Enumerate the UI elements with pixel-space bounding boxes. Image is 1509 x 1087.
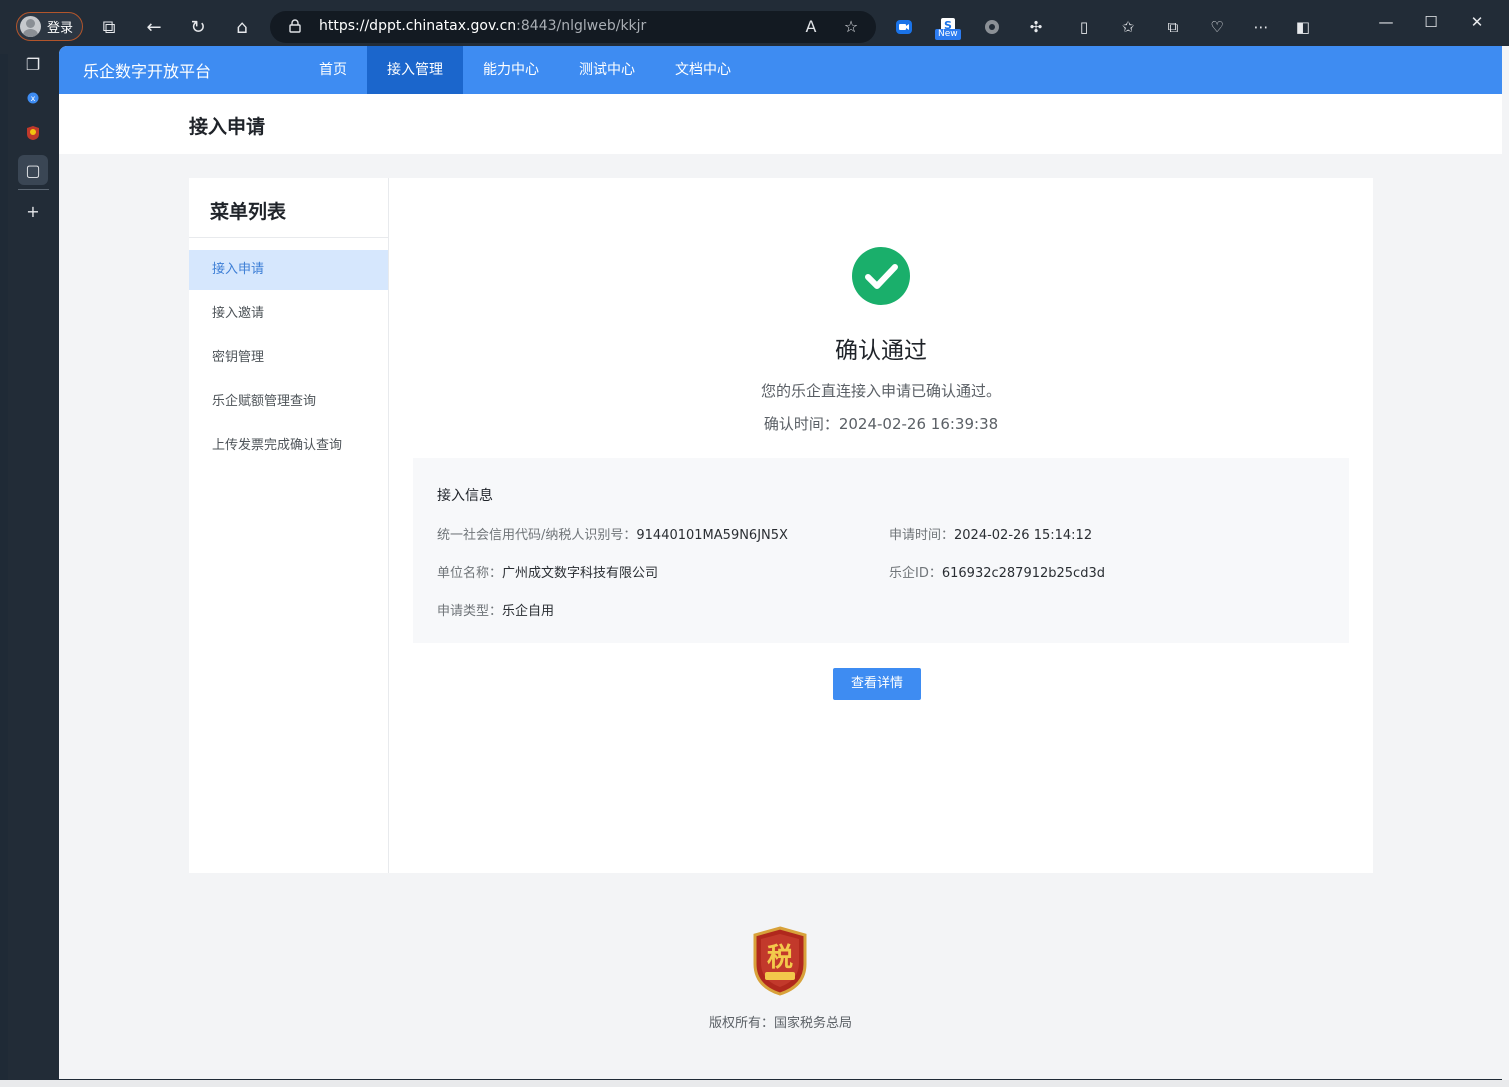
copyright-text: 版权所有：国家税务总局 — [708, 1016, 852, 1031]
apply-type-label: 申请类型： — [437, 604, 503, 619]
side-menu: 菜单列表 接入申请 接入邀请 密钥管理 乐企赋额管理查询 上传发票完成确认查询 — [189, 178, 389, 873]
page-title: 接入申请 — [189, 116, 266, 138]
credit-code-label: 统一社会信用代码/纳税人识别号： — [437, 528, 637, 543]
credit-code-value: 91440101MA59N6JN5X — [636, 528, 788, 543]
maximize-icon[interactable]: ☐ — [1411, 10, 1451, 34]
page-header: 接入申请 — [59, 94, 1502, 154]
apply-time-value: 2024-02-26 15:14:12 — [954, 528, 1093, 543]
profile-button[interactable]: 登录 — [16, 12, 83, 41]
window-right-edge — [1502, 46, 1509, 1087]
tab-favicon-emblem[interactable] — [18, 118, 48, 148]
menu-divider — [189, 237, 388, 238]
lock-icon[interactable] — [289, 19, 301, 33]
menu-title: 菜单列表 — [210, 201, 287, 223]
result-confirm-time: 确认时间：2024-02-26 16:39:38 — [763, 415, 999, 433]
avatar-icon — [20, 16, 41, 37]
menu-item-quota-query[interactable]: 乐企赋额管理查询 — [189, 382, 388, 422]
close-window-icon[interactable]: ✕ — [1457, 10, 1497, 34]
apply-type-value: 乐企自用 — [502, 604, 555, 619]
top-navbar: 乐企数字开放平台 首页 接入管理 能力中心 测试中心 文档中心 — [59, 46, 1502, 94]
tax-bureau-emblem-icon: 税 — [753, 926, 807, 996]
access-info-box: 接入信息 统一社会信用代码/纳税人识别号：91440101MA59N6JN5X … — [413, 458, 1349, 643]
unit-name-label: 单位名称： — [437, 566, 503, 581]
result-content: 确认通过 您的乐企直连接入申请已确认通过。 确认时间：2024-02-26 16… — [389, 178, 1373, 873]
leqi-id-field: 乐企ID：616932c287912b25cd3d — [889, 562, 1105, 581]
tab-strip-divider — [18, 189, 49, 190]
tab-actions-icon[interactable]: ❐ — [18, 49, 48, 79]
address-bar[interactable]: https://dppt.chinatax.gov.cn:8443/nlglwe… — [270, 11, 876, 43]
nav-item-access-management[interactable]: 接入管理 — [367, 46, 463, 94]
tab-favicon-blue[interactable]: x — [18, 83, 48, 113]
window-bottom-edge — [0, 1080, 1509, 1087]
profile-label: 登录 — [47, 21, 74, 36]
minimize-icon[interactable]: — — [1366, 10, 1406, 34]
main-panel: 菜单列表 接入申请 接入邀请 密钥管理 乐企赋额管理查询 上传发票完成确认查询 … — [189, 178, 1373, 873]
view-details-button[interactable]: 查看详情 — [833, 668, 921, 700]
more-menu-icon[interactable]: ⋯ — [1248, 14, 1274, 40]
menu-item-key-management[interactable]: 密钥管理 — [189, 338, 388, 378]
browser-essentials-icon[interactable]: ♡ — [1204, 14, 1230, 40]
menu-item-access-apply[interactable]: 接入申请 — [189, 250, 388, 290]
url-text[interactable]: https://dppt.chinatax.gov.cn:8443/nlglwe… — [319, 18, 646, 34]
info-heading: 接入信息 — [437, 488, 493, 504]
tab-favicon-page[interactable]: ▢ — [18, 155, 48, 185]
nav-item-home[interactable]: 首页 — [303, 46, 363, 94]
menu-item-invoice-confirm-query[interactable]: 上传发票完成确认查询 — [189, 426, 388, 466]
vertical-tab-strip: ❐ x ▢ + — [8, 46, 59, 1080]
leqi-id-label: 乐企ID： — [889, 566, 942, 581]
menu-item-access-invite[interactable]: 接入邀请 — [189, 294, 388, 334]
unit-name-value: 广州成文数字科技有限公司 — [502, 566, 659, 581]
result-description: 您的乐企直连接入申请已确认通过。 — [760, 382, 1001, 400]
back-icon[interactable]: ← — [140, 13, 168, 41]
apply-type-field: 申请类型：乐企自用 — [437, 600, 554, 619]
home-icon[interactable]: ⌂ — [228, 13, 256, 41]
result-title: 确认通过 — [835, 338, 927, 364]
workspaces-icon[interactable]: ⧉ — [95, 13, 123, 41]
favorites-icon[interactable]: ✩ — [1115, 14, 1141, 40]
site-brand[interactable]: 乐企数字开放平台 — [83, 58, 211, 82]
meeting-extension-icon[interactable] — [891, 14, 917, 40]
success-check-icon — [852, 247, 910, 305]
svg-text:税: 税 — [767, 943, 793, 973]
nav-item-capability-center[interactable]: 能力中心 — [463, 46, 559, 94]
credit-code-field: 统一社会信用代码/纳税人识别号：91440101MA59N6JN5X — [437, 524, 788, 543]
nav-item-doc-center[interactable]: 文档中心 — [655, 46, 751, 94]
extensions-icon[interactable]: ✣ — [1023, 14, 1049, 40]
apply-time-field: 申请时间：2024-02-26 15:14:12 — [889, 524, 1092, 543]
read-aloud-icon[interactable]: A — [800, 16, 822, 38]
refresh-icon[interactable]: ↻ — [184, 13, 212, 41]
new-badge: New — [935, 29, 961, 40]
new-tab-icon[interactable]: + — [18, 196, 48, 226]
split-screen-icon[interactable]: ▯ — [1071, 14, 1097, 40]
apply-time-label: 申请时间： — [889, 528, 955, 543]
sidebar-toggle-icon[interactable]: ◧ — [1290, 14, 1316, 40]
web-page: 乐企数字开放平台 首页 接入管理 能力中心 测试中心 文档中心 接入申请 菜单列… — [59, 46, 1502, 1079]
leqi-id-value: 616932c287912b25cd3d — [941, 566, 1105, 581]
collections-icon[interactable]: ⧉ — [1160, 14, 1186, 40]
unit-name-field: 单位名称：广州成文数字科技有限公司 — [437, 562, 658, 581]
circle-extension-icon[interactable] — [979, 14, 1005, 40]
svg-text:x: x — [31, 94, 36, 103]
nav-item-test-center[interactable]: 测试中心 — [559, 46, 655, 94]
favorite-star-icon[interactable]: ☆ — [840, 16, 862, 38]
